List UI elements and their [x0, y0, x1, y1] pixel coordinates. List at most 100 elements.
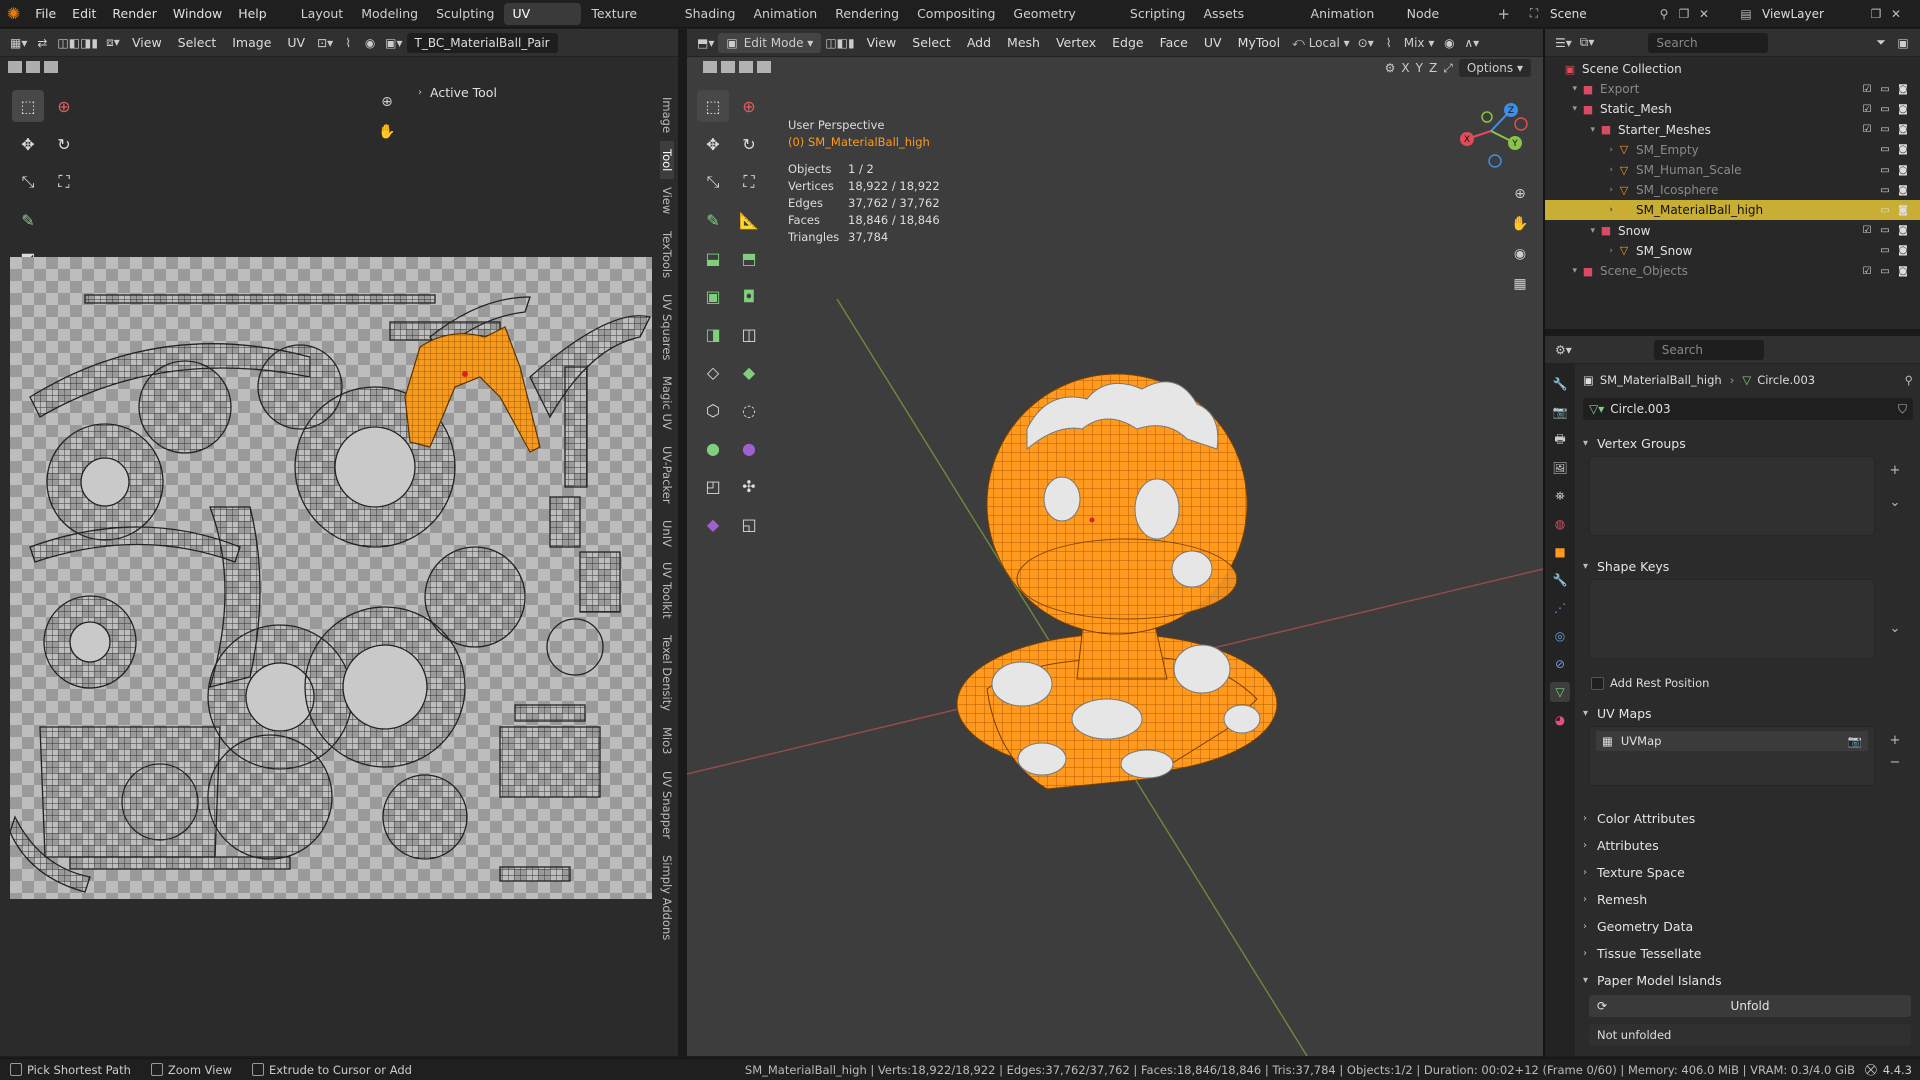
vertex-menu[interactable]: Vertex	[1048, 29, 1104, 57]
filter-icon[interactable]: ⏷	[1870, 33, 1892, 53]
pan-hand-icon[interactable]: ✋	[1507, 211, 1533, 237]
add-menu[interactable]: Add	[959, 29, 999, 57]
output-tab-icon[interactable]: 🖶	[1550, 430, 1570, 450]
spin-tool[interactable]: ◆	[733, 356, 765, 388]
vertex-group-menu-button[interactable]: ⌄	[1885, 492, 1905, 512]
extrude-tool[interactable]: ⬒	[733, 242, 765, 274]
mirror-icon[interactable]: ⚙	[1385, 61, 1396, 75]
snap-magnet-icon[interactable]: ⌇	[1378, 33, 1400, 53]
tab-uv-editing[interactable]: UV Editing	[504, 2, 582, 43]
chevron-down-icon[interactable]: ▾	[1545, 266, 1581, 276]
sticky-select-icon[interactable]: ⧈▾	[102, 33, 124, 53]
chevron-right-icon[interactable]: ›	[1545, 185, 1617, 195]
tab-uv-toolkit[interactable]: UV Toolkit	[660, 554, 674, 627]
panel-attributes[interactable]: › Attributes	[1583, 834, 1913, 856]
add-cube-tool[interactable]: ⬓	[697, 242, 729, 274]
tool-tab-icon[interactable]: 🔧	[1550, 374, 1570, 394]
physics-tab-icon[interactable]: ◎	[1550, 626, 1570, 646]
knife-tool[interactable]: ◫	[733, 318, 765, 350]
snap-mode[interactable]: Mix ▾	[1400, 33, 1439, 53]
visibility-toggles[interactable]: ☑ ▭ ◙	[1860, 264, 1910, 278]
auto-merge-icon[interactable]: ⤢	[1443, 61, 1453, 76]
uv-menu-image[interactable]: Image	[224, 29, 279, 57]
tab-sculpting[interactable]: Sculpting	[428, 3, 502, 25]
chevron-right-icon[interactable]: ›	[1545, 205, 1617, 215]
purple-mesh-tool[interactable]: ◆	[697, 508, 729, 540]
panel-texture-space[interactable]: › Texture Space	[1583, 861, 1913, 883]
tab-mio3[interactable]: Mio3	[660, 719, 674, 762]
annotate-tool[interactable]: ✎	[697, 204, 729, 236]
proportional-icon[interactable]: ◉	[359, 33, 381, 53]
panel-paper-model-islands[interactable]: ▾ Paper Model Islands	[1583, 969, 1913, 991]
view-menu[interactable]: View	[859, 29, 905, 57]
image-browse-icon[interactable]: ▣▾	[381, 33, 406, 53]
camera-icon[interactable]: 📷	[1848, 734, 1862, 748]
transform-orientation[interactable]: ⤺ Local ▾	[1288, 33, 1354, 53]
panel-color-attributes[interactable]: › Color Attributes	[1583, 807, 1913, 829]
material-tab-icon[interactable]: ◕	[1550, 710, 1570, 730]
select-menu[interactable]: Select	[904, 29, 959, 57]
uv-maps-list[interactable]: ▦ UVMap 📷	[1589, 726, 1875, 786]
poly-build-tool[interactable]: ◇	[697, 356, 729, 388]
shape-key-menu-button[interactable]: ⌄	[1885, 618, 1905, 638]
outliner-row[interactable]: › ▽ SM_Empty ▭ ◙	[1545, 140, 1920, 160]
mode-selector[interactable]: ▣ Edit Mode ▾	[718, 32, 822, 53]
visibility-toggles[interactable]: ☑ ▭ ◙	[1860, 123, 1910, 137]
proportional-edit-icon[interactable]: ◉	[1438, 33, 1460, 53]
pivot-icon[interactable]: ⊙▾	[1354, 33, 1378, 53]
zoom-icon[interactable]: ⊕	[1507, 181, 1533, 207]
mirror-z[interactable]: Z	[1429, 61, 1437, 75]
camera-view-icon[interactable]: ◉	[1507, 241, 1533, 267]
panel-shape-keys[interactable]: ▾ Shape Keys	[1583, 555, 1913, 577]
new-view-layer-icon[interactable]: ❐	[1866, 4, 1886, 24]
fake-user-shield-icon[interactable]: ⛉	[1898, 402, 1907, 417]
visibility-toggles[interactable]: ☑ ▭ ◙	[1860, 224, 1910, 238]
data-tab-icon[interactable]: ▽	[1550, 682, 1570, 702]
measure-tool[interactable]: 📐	[733, 204, 765, 236]
scene-tab-icon[interactable]: ⛯	[1550, 486, 1570, 506]
tab-geometry-nodes[interactable]: Geometry Nodes	[1005, 3, 1119, 43]
visibility-toggles[interactable]: ▭ ◙	[1878, 203, 1910, 217]
editor-type-icon[interactable]: ▦▾	[6, 33, 31, 53]
add-rest-position-checkbox[interactable]: Add Rest Position	[1591, 676, 1709, 690]
select-box-tool[interactable]: ⬚	[697, 90, 729, 122]
select-mode-icons[interactable]: ◫◧◨▮	[53, 33, 102, 53]
edge-menu[interactable]: Edge	[1104, 29, 1151, 57]
chevron-down-icon[interactable]: ▾	[1545, 84, 1581, 94]
tab-uv-squares[interactable]: UV Squares	[660, 286, 674, 368]
scale-tool[interactable]: ⤡	[697, 166, 729, 198]
tab-animation-02[interactable]: Animation 02	[1303, 3, 1397, 43]
cursor-tool[interactable]: ⊕	[733, 90, 765, 122]
push-pull-tool[interactable]: ●	[733, 432, 765, 464]
menu-edit[interactable]: Edit	[64, 0, 104, 28]
mesh-menu[interactable]: Mesh	[999, 29, 1048, 57]
panel-tissue-tessellate[interactable]: › Tissue Tessellate	[1583, 942, 1913, 964]
uv-menu-view[interactable]: View	[124, 29, 170, 57]
uv-layout-canvas[interactable]	[10, 257, 652, 899]
uv-map-item[interactable]: ▦ UVMap 📷	[1596, 731, 1868, 751]
transform-tool[interactable]: ⛶	[733, 166, 765, 198]
active-tool-panel[interactable]: › Active Tool	[418, 80, 652, 104]
tab-scripting[interactable]: Scripting	[1122, 3, 1194, 25]
move-tool[interactable]: ✥	[12, 128, 44, 160]
cursor-tool[interactable]: ⊕	[48, 90, 80, 122]
pan-hand-icon[interactable]: ✋	[374, 119, 400, 145]
visibility-toggles[interactable]: ☑ ▭ ◙	[1860, 82, 1910, 96]
outliner-row[interactable]: ▾ ■ Scene_Objects ☑ ▭ ◙	[1545, 261, 1920, 281]
visibility-toggles[interactable]: ▭ ◙	[1878, 143, 1910, 157]
menu-help[interactable]: Help	[230, 0, 275, 28]
mesh-data-selector[interactable]: ▽▾ Circle.003 ⛉	[1583, 398, 1913, 420]
outliner-editor-icon[interactable]: ☰▾	[1551, 33, 1576, 53]
unfold-button[interactable]: ⟳ Unfold	[1589, 995, 1911, 1017]
tab-node-editors[interactable]: Node Editors	[1399, 3, 1490, 43]
scene-selector[interactable]: ⛶ Scene ⚲ ❐ ✕	[1516, 3, 1722, 25]
tab-textools[interactable]: TexTools	[660, 223, 674, 286]
outliner-row[interactable]: › ▽ SM_Snow ▭ ◙	[1545, 241, 1920, 261]
chevron-right-icon[interactable]: ›	[1545, 246, 1617, 256]
rip-region-tool[interactable]: ✣	[733, 470, 765, 502]
rotate-tool[interactable]: ↻	[48, 128, 80, 160]
sync-selection-icon[interactable]: ⇄	[31, 33, 53, 53]
panel-vertex-groups[interactable]: ▾ Vertex Groups	[1583, 432, 1913, 454]
snap-icon[interactable]: ⌇	[337, 33, 359, 53]
blender-logo-icon[interactable]: ✺	[0, 0, 27, 28]
